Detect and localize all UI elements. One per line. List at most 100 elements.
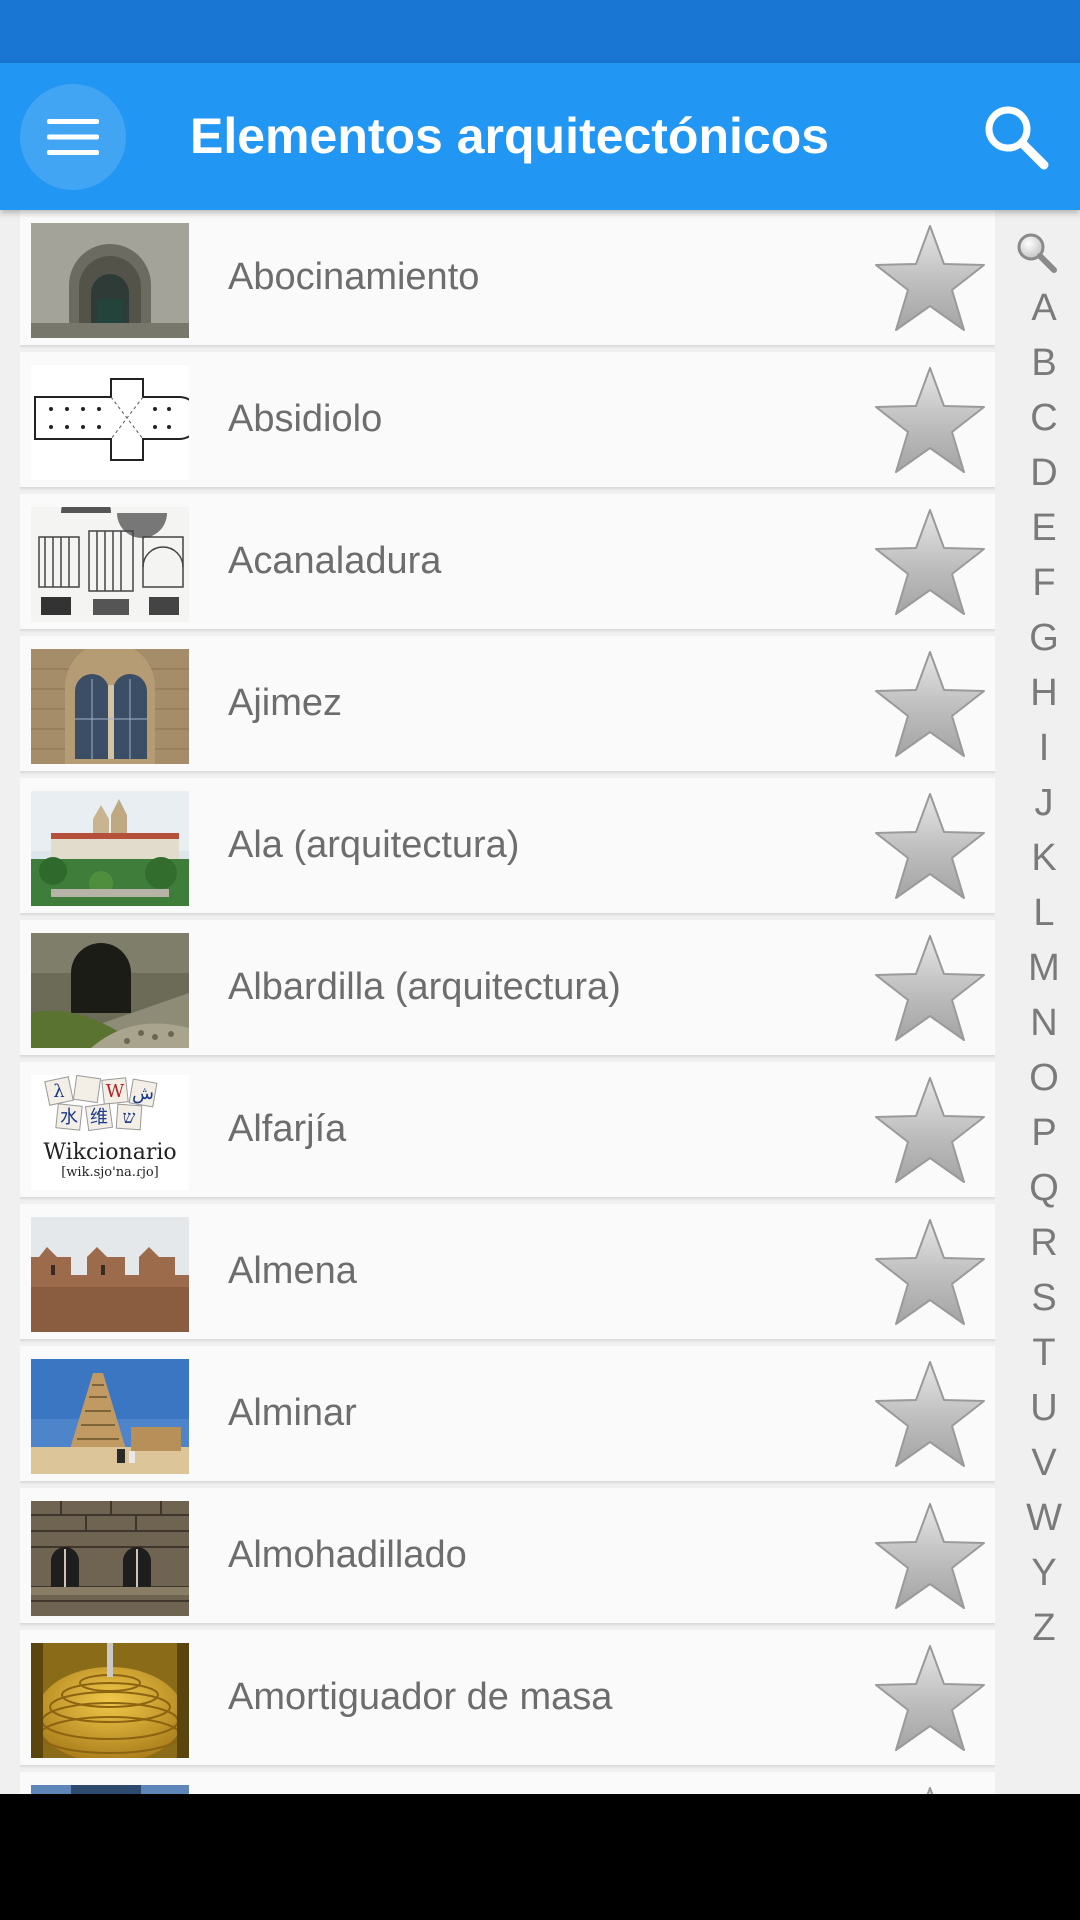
index-search-button[interactable] (1014, 230, 1058, 274)
index-letter-w[interactable]: W (1000, 1494, 1080, 1542)
index-letter-r[interactable]: R (1000, 1219, 1080, 1267)
favorite-star-icon (875, 1503, 985, 1609)
item-thumbnail (31, 1501, 189, 1616)
item-thumbnail (31, 1217, 189, 1332)
wiktionary-logo-text: Wikcionario (43, 1140, 176, 1165)
item-thumbnail (31, 1785, 189, 1794)
item-thumbnail (31, 649, 189, 764)
list-item[interactable]: Ala (arquitectura) (20, 778, 995, 913)
index-letter-y[interactable]: Y (1000, 1549, 1080, 1597)
svg-text:水: 水 (60, 1107, 78, 1128)
list-item-partial[interactable] (20, 1772, 995, 1794)
status-bar (0, 0, 1080, 63)
index-letter-h[interactable]: H (1000, 669, 1080, 717)
index-letter-f[interactable]: F (1000, 559, 1080, 607)
index-letter-g[interactable]: G (1000, 614, 1080, 662)
favorite-button[interactable] (870, 646, 990, 764)
item-label: Alfarjía (228, 1108, 347, 1150)
favorite-star-icon (875, 1645, 985, 1751)
index-letter-l[interactable]: L (1000, 889, 1080, 937)
index-letter-v[interactable]: V (1000, 1439, 1080, 1487)
item-label: Almena (228, 1250, 357, 1292)
favorite-button[interactable] (870, 362, 990, 480)
list-item[interactable]: Abocinamiento (20, 210, 995, 345)
item-thumbnail (31, 223, 189, 338)
list-item[interactable]: Alminar (20, 1346, 995, 1481)
item-thumbnail (31, 791, 189, 906)
index-letter-z[interactable]: Z (1000, 1604, 1080, 1652)
favorite-star-icon (875, 1219, 985, 1325)
wiktionary-ipa-text: [wik.sjo'na.ɾjo] (61, 1165, 159, 1180)
search-button[interactable] (980, 101, 1052, 173)
item-label: Almohadillado (228, 1534, 467, 1576)
svg-text:W: W (106, 1081, 125, 1102)
svg-text:维: 维 (90, 1107, 108, 1128)
favorite-star-icon (875, 509, 985, 615)
index-letter-t[interactable]: T (1000, 1329, 1080, 1377)
list-item[interactable]: Almohadillado (20, 1488, 995, 1623)
favorite-button[interactable] (870, 1640, 990, 1758)
list-item[interactable]: Absidiolo (20, 352, 995, 487)
favorite-button[interactable] (870, 1072, 990, 1190)
item-label: Abocinamiento (228, 256, 480, 298)
index-letter-b[interactable]: B (1000, 339, 1080, 387)
index-letter-d[interactable]: D (1000, 449, 1080, 497)
index-letter-e[interactable]: E (1000, 504, 1080, 552)
list-item[interactable]: Albardilla (arquitectura) (20, 920, 995, 1055)
index-letter-s[interactable]: S (1000, 1274, 1080, 1322)
favorite-star-icon (875, 1361, 985, 1467)
index-letter-m[interactable]: M (1000, 944, 1080, 992)
list-item[interactable]: λ W 水维שش Wikcionario [wik.sjo'na.ɾjo] Alfar… (20, 1062, 995, 1197)
index-letter-p[interactable]: P (1000, 1109, 1080, 1157)
favorite-button[interactable] (870, 930, 990, 1048)
item-label: Ajimez (228, 682, 343, 724)
list-item[interactable]: Acanaladura (20, 494, 995, 629)
item-label: Absidiolo (228, 398, 383, 440)
item-thumbnail (31, 1643, 189, 1758)
item-thumbnail (31, 507, 189, 622)
index-letter-k[interactable]: K (1000, 834, 1080, 882)
svg-text:λ: λ (53, 1081, 64, 1102)
favorite-star-icon (875, 225, 985, 331)
index-letter-o[interactable]: O (1000, 1054, 1080, 1102)
index-letter-c[interactable]: C (1000, 394, 1080, 442)
item-thumbnail (31, 1359, 189, 1474)
favorite-star-icon (875, 1077, 985, 1183)
favorite-star-icon (875, 367, 985, 473)
item-thumbnail: λ W 水维שش Wikcionario [wik.sjo'na.ɾjo] (31, 1075, 189, 1190)
favorite-star-icon (875, 651, 985, 757)
search-icon (985, 106, 1049, 170)
index-letter-n[interactable]: N (1000, 999, 1080, 1047)
item-thumbnail (31, 933, 189, 1048)
hamburger-menu-icon (47, 119, 99, 155)
item-label: Alminar (228, 1392, 357, 1434)
elements-list[interactable]: Abocinamiento Absidiolo Acanaladura Ajim… (20, 210, 995, 1794)
favorite-star-icon (875, 793, 985, 899)
favorite-button[interactable] (870, 1356, 990, 1474)
index-letter-j[interactable]: J (1000, 779, 1080, 827)
list-item[interactable]: Almena (20, 1204, 995, 1339)
app-bar: Elementos arquitectónicos (0, 63, 1080, 210)
item-label: Amortiguador de masa (228, 1676, 613, 1718)
index-letter-u[interactable]: U (1000, 1384, 1080, 1432)
svg-text:ש: ש (123, 1107, 136, 1128)
favorite-button[interactable] (870, 1498, 990, 1616)
index-letter-q[interactable]: Q (1000, 1164, 1080, 1212)
favorite-star-icon (926, 1787, 934, 1794)
list-item[interactable]: Ajimez (20, 636, 995, 771)
favorite-button[interactable] (870, 1214, 990, 1332)
favorite-button[interactable] (870, 220, 990, 338)
item-label: Acanaladura (228, 540, 442, 582)
favorite-button[interactable] (870, 788, 990, 906)
navigation-bar-area (0, 1794, 1080, 1920)
item-label: Ala (arquitectura) (228, 824, 520, 866)
list-item[interactable]: Amortiguador de masa (20, 1630, 995, 1765)
favorite-button[interactable] (870, 1782, 990, 1794)
index-letter-i[interactable]: I (1000, 724, 1080, 772)
index-letter-a[interactable]: A (1000, 284, 1080, 332)
item-label: Albardilla (arquitectura) (228, 966, 621, 1008)
menu-button[interactable] (20, 84, 126, 190)
item-thumbnail (31, 365, 189, 480)
favorite-button[interactable] (870, 504, 990, 622)
svg-text:ش: ش (132, 1083, 154, 1104)
